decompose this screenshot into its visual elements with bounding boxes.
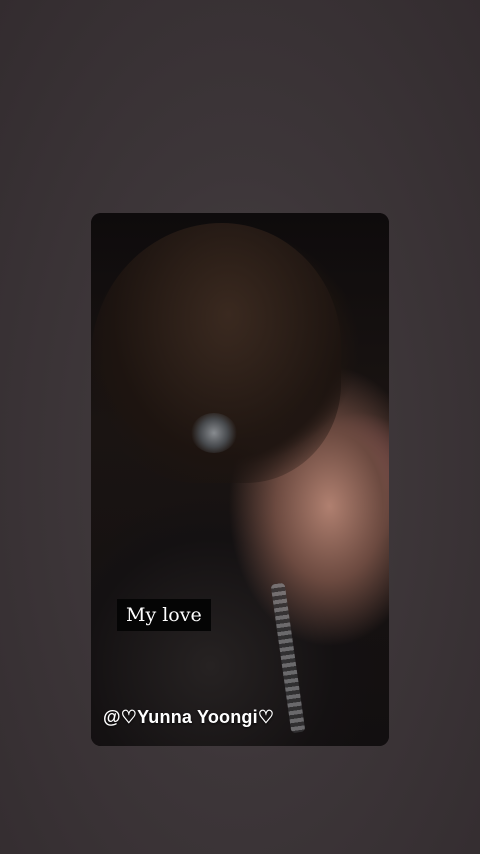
in-ear-monitor (191, 413, 237, 453)
watermark-text: @♡Yunna Yoongi♡ (103, 707, 275, 727)
caption-text: My love (117, 599, 211, 631)
story-video-frame[interactable]: My love @♡Yunna Yoongi♡ (91, 213, 389, 746)
